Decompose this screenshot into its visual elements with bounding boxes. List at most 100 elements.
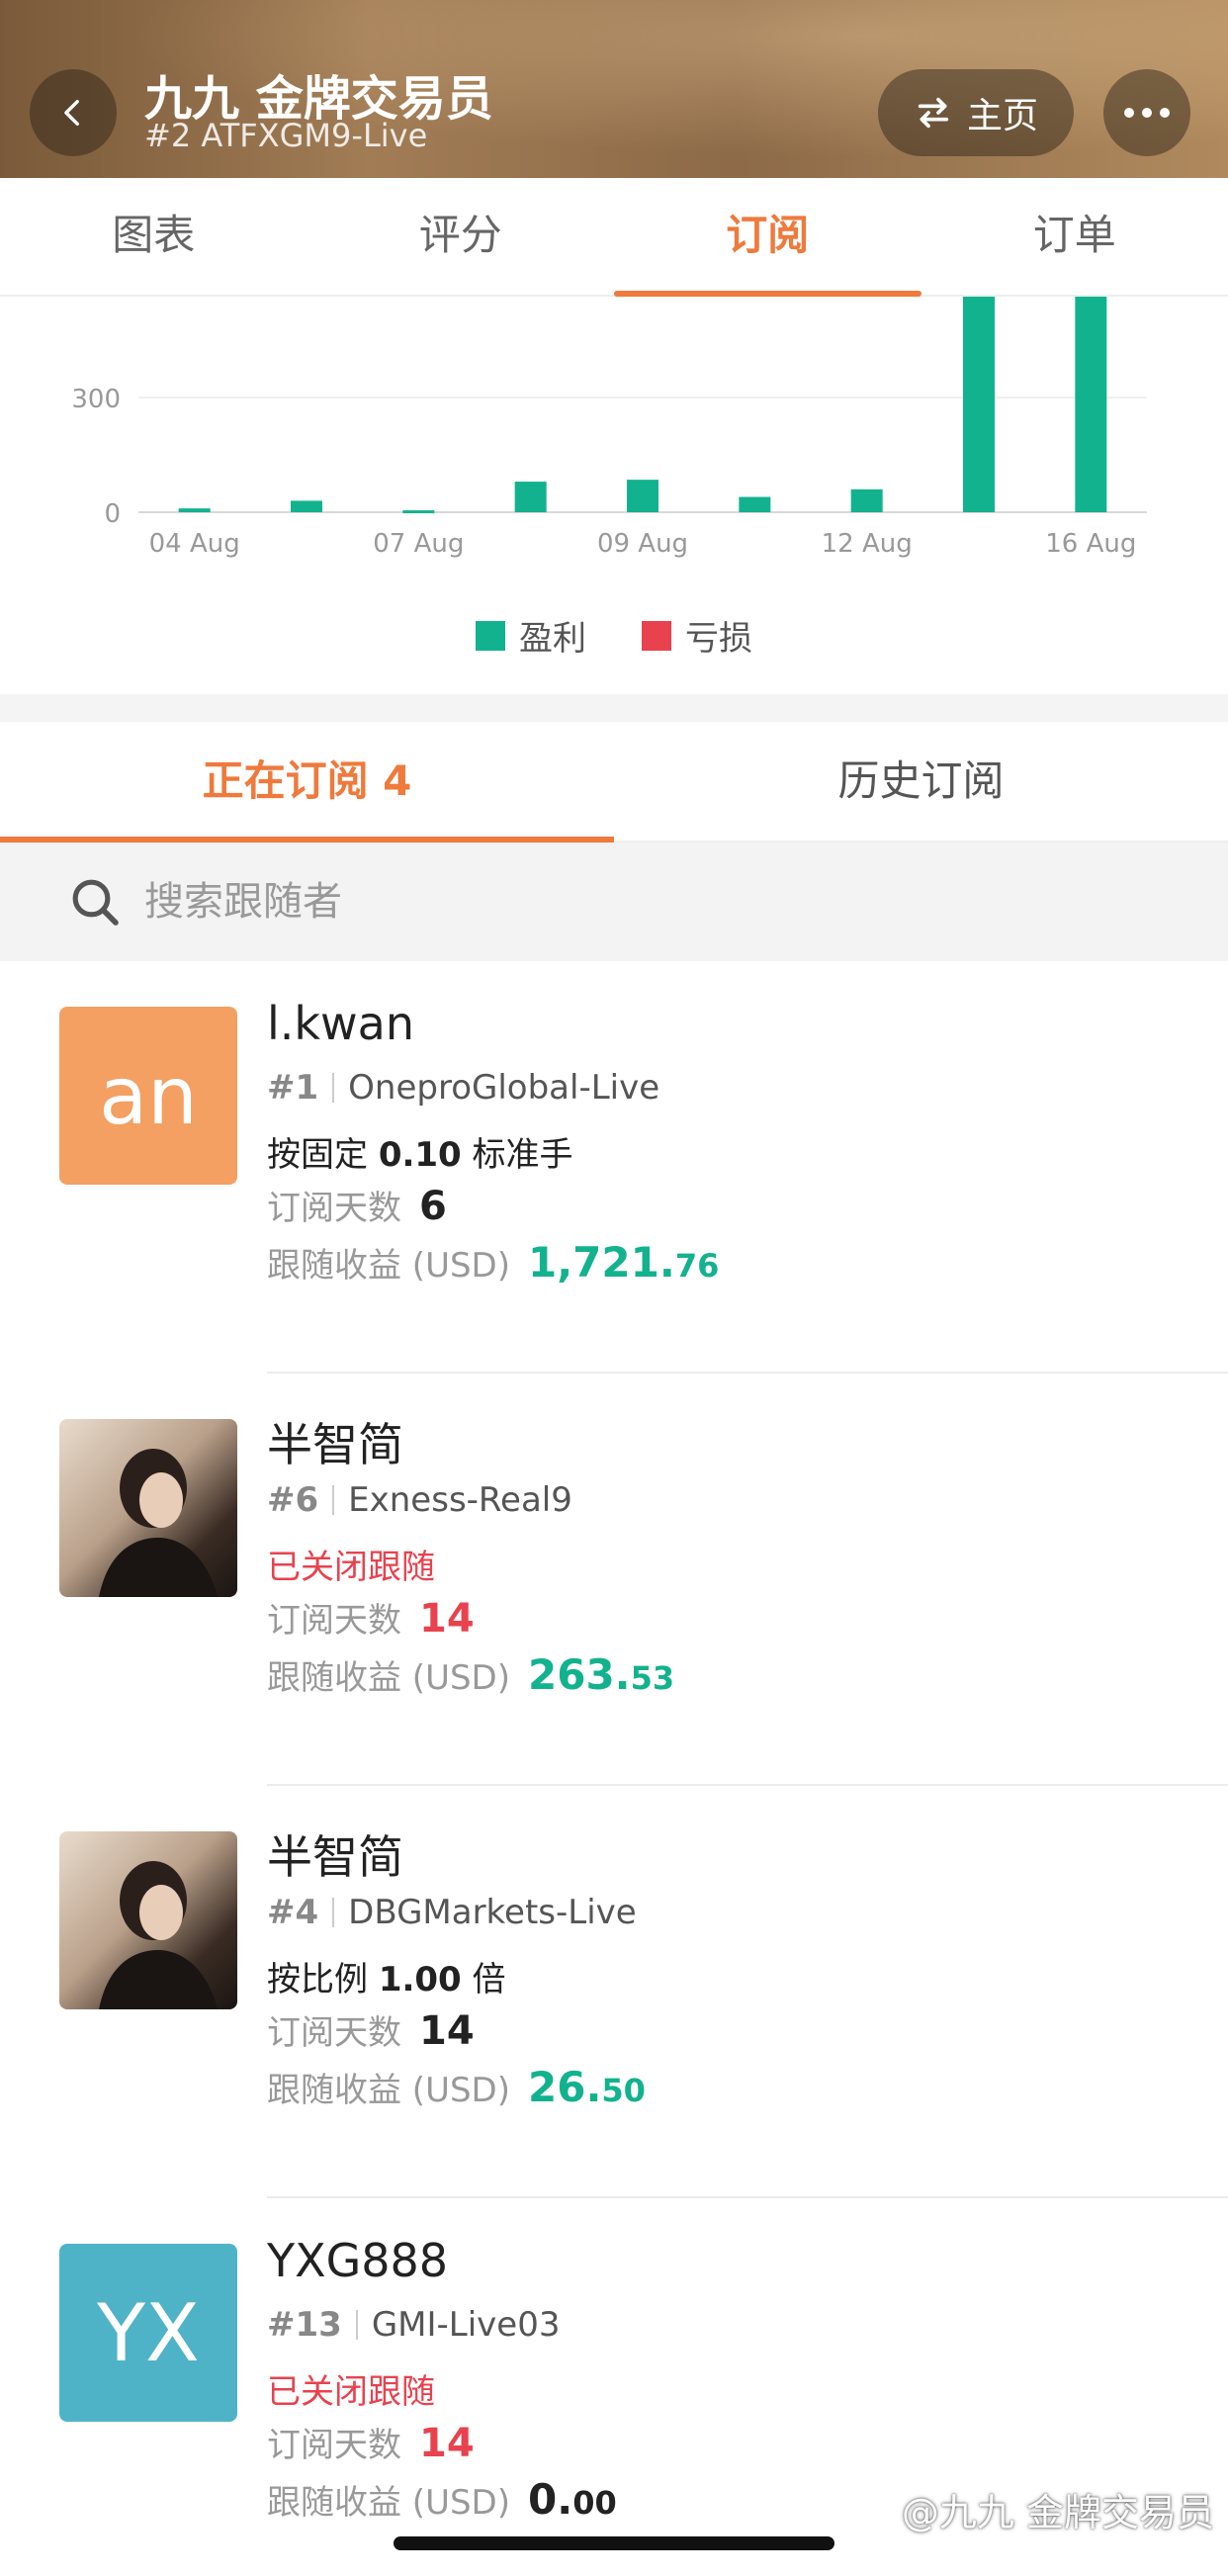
- days-label: 订阅天数: [267, 1189, 401, 1228]
- x-tick-label: 07 Aug: [373, 529, 464, 559]
- list-item[interactable]: 半智简 #6 Exness-Real9 已关闭跟随 订阅天数 14 跟随收益 (…: [0, 1374, 1228, 1786]
- more-dots-icon: [1124, 108, 1170, 118]
- search-input[interactable]: [144, 879, 1034, 925]
- subscription-days: 订阅天数 14: [267, 2005, 475, 2054]
- tab-rating[interactable]: 评分: [307, 178, 615, 295]
- follower-rank: #13: [267, 2305, 342, 2345]
- avatar-initials: YX: [97, 2286, 200, 2379]
- bar-14-aug: [963, 297, 995, 512]
- avatar: [59, 1831, 237, 2009]
- follow-rule: 按比例 1.00 倍: [267, 1952, 506, 2000]
- search-bar[interactable]: [0, 843, 1228, 961]
- tab-chart[interactable]: 图表: [0, 178, 307, 295]
- profit-decimal: 76: [674, 1247, 720, 1285]
- tab-history-subscriptions[interactable]: 历史订阅: [614, 722, 1228, 841]
- bar-chart: 0 300 04 Aug 07 Aug 09 Aug 12 Aug 16 Aug: [71, 297, 1147, 559]
- back-button[interactable]: [30, 69, 117, 156]
- avatar-initials: an: [99, 1049, 198, 1142]
- x-tick-label: 12 Aug: [822, 529, 913, 559]
- follower-list: an l.kwan #1 OneproGlobal-Live 按固定 0.10 …: [0, 961, 1228, 2576]
- legend-item-profit: 盈利: [476, 611, 586, 660]
- divider: [355, 2310, 358, 2340]
- follower-broker: Exness-Real9: [348, 1480, 572, 1520]
- list-item[interactable]: an l.kwan #1 OneproGlobal-Live 按固定 0.10 …: [0, 961, 1228, 1374]
- home-button[interactable]: 主页: [878, 69, 1074, 156]
- avatar: [59, 1419, 237, 1597]
- profit-label: 跟随收益 (USD): [267, 1658, 510, 1698]
- days-value: 14: [419, 2421, 475, 2466]
- subscription-days: 订阅天数 14: [267, 1593, 475, 1642]
- days-value: 14: [419, 1596, 475, 1642]
- profit-label: 跟随收益 (USD): [267, 2071, 510, 2110]
- profit-label: 跟随收益 (USD): [267, 1246, 510, 1286]
- search-icon: [72, 879, 119, 926]
- legend-label-profit: 盈利: [519, 619, 586, 659]
- portrait-photo-icon: [99, 1449, 218, 1597]
- legend-swatch-profit: [476, 620, 505, 651]
- follow-rule-prefix: 按比例: [267, 1960, 379, 1999]
- profit-decimal: 00: [572, 2484, 617, 2522]
- days-label: 订阅天数: [267, 1601, 401, 1641]
- follower-broker: DBGMarkets-Live: [348, 1893, 637, 1932]
- tab-subscription[interactable]: 订阅: [614, 178, 921, 297]
- divider: [332, 1898, 335, 1927]
- follow-profit: 跟随收益 (USD) 26.50: [267, 2063, 646, 2111]
- subscription-tabs: 正在订阅 4 历史订阅: [0, 722, 1228, 843]
- y-tick-label: 0: [104, 499, 121, 529]
- home-indicator[interactable]: [394, 2536, 834, 2550]
- profit-decimal: 53: [630, 1659, 675, 1697]
- follow-rule-suffix: 倍: [461, 1960, 506, 1999]
- divider: [332, 1073, 335, 1103]
- profit-integer: 26.: [528, 2063, 602, 2111]
- subscription-days: 订阅天数 14: [267, 2418, 475, 2466]
- days-label: 订阅天数: [267, 2426, 401, 2465]
- bar-07-aug: [402, 510, 435, 514]
- follow-profit: 跟随收益 (USD) 1,721.76: [267, 1238, 719, 1287]
- chart-legend: 盈利 亏损: [0, 611, 1228, 660]
- profit-integer: 0.: [528, 2475, 573, 2524]
- legend-swatch-loss: [642, 620, 671, 651]
- subscription-days: 订阅天数 6: [267, 1181, 447, 1229]
- avatar: an: [59, 1007, 237, 1185]
- follower-rank: #6: [267, 1480, 319, 1520]
- header: 九九 金牌交易员 #2 ATFXGM9-Live 主页: [0, 0, 1228, 178]
- bar-09-aug: [627, 480, 658, 512]
- section-gap: [0, 694, 1228, 722]
- profit-integer: 263.: [528, 1650, 631, 1699]
- profit-chart: 0 300 04 Aug 07 Aug 09 Aug 12 Aug 16 Aug 盈利 亏损: [0, 297, 1228, 692]
- profit-decimal: 50: [601, 2072, 646, 2109]
- x-tick-label: 04 Aug: [149, 529, 240, 559]
- x-tick-label: 16 Aug: [1045, 529, 1136, 559]
- watermark: @九九 金牌交易员: [901, 2491, 1214, 2534]
- bar-08-aug: [514, 482, 547, 512]
- follow-rule-prefix: 按固定: [267, 1135, 379, 1175]
- days-value: 14: [419, 2008, 475, 2054]
- follow-rule-value: 1.00: [378, 1960, 462, 1999]
- list-item[interactable]: 半智简 #4 DBGMarkets-Live 按比例 1.00 倍 订阅天数 1…: [0, 1786, 1228, 2198]
- follower-name: l.kwan: [267, 997, 415, 1050]
- swap-icon: [918, 97, 949, 129]
- more-button[interactable]: [1103, 69, 1190, 156]
- page-subtitle: #2 ATFXGM9-Live: [144, 117, 428, 154]
- follow-rule: 按固定 0.10 标准手: [267, 1127, 573, 1176]
- follower-broker: GMI-Live03: [371, 2305, 561, 2345]
- tab-orders[interactable]: 订单: [921, 178, 1228, 295]
- follow-status-closed: 已关闭跟随: [267, 1548, 435, 1587]
- days-value: 6: [419, 1184, 447, 1229]
- follower-meta: #6 Exness-Real9: [267, 1480, 572, 1520]
- tab-current-subscriptions[interactable]: 正在订阅 4: [0, 722, 614, 843]
- bar-12-aug: [850, 489, 883, 512]
- follow-profit: 跟随收益 (USD) 263.53: [267, 1650, 674, 1699]
- legend-label-loss: 亏损: [685, 619, 752, 659]
- follower-name: 半智简: [267, 1418, 403, 1471]
- legend-item-loss: 亏损: [642, 611, 752, 660]
- follower-rank: #4: [267, 1893, 319, 1932]
- chevron-left-icon: [64, 99, 79, 127]
- y-tick-label: 300: [71, 385, 121, 414]
- follower-meta: #4 DBGMarkets-Live: [267, 1893, 637, 1932]
- follow-rule-suffix: 标准手: [461, 1135, 573, 1175]
- profit-integer: 1,721.: [528, 1238, 675, 1287]
- follower-name: 半智简: [267, 1830, 403, 1884]
- bar-04-aug: [178, 508, 211, 512]
- days-label: 订阅天数: [267, 2013, 401, 2053]
